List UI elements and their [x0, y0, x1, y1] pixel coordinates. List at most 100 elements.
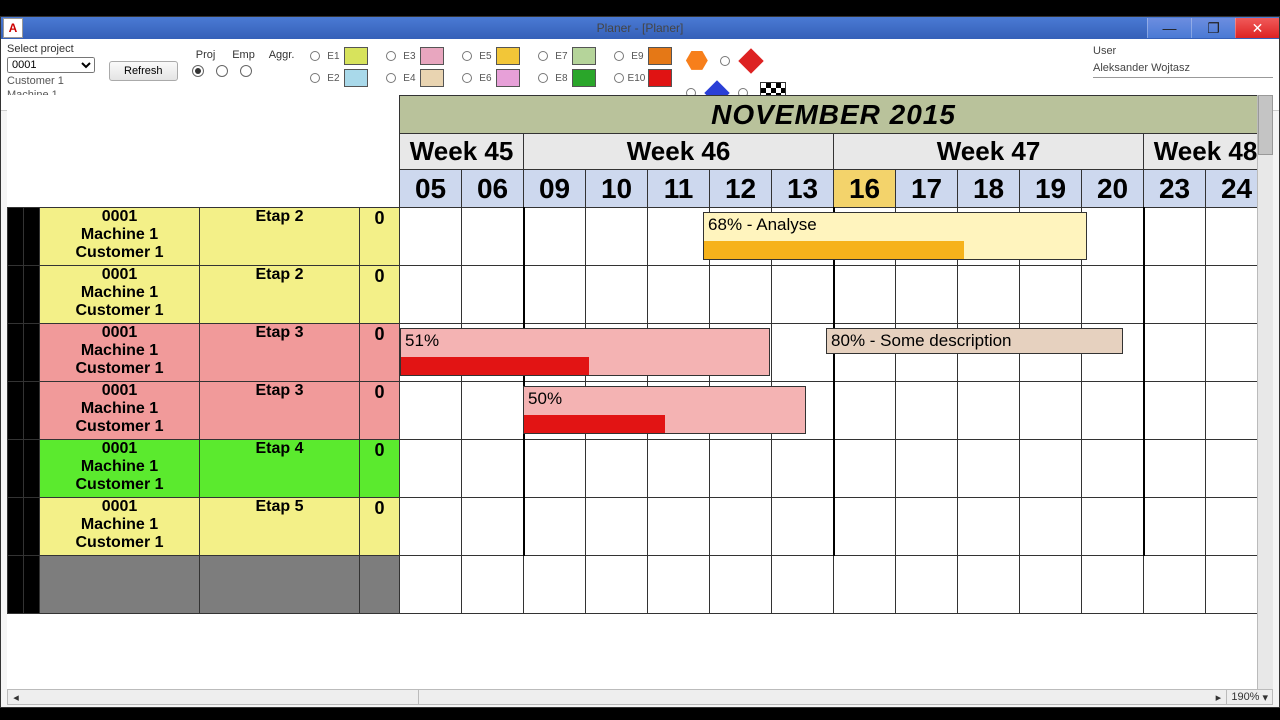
swatch-radio-E7[interactable]	[538, 51, 548, 61]
day-header-13[interactable]: 13	[772, 170, 834, 208]
day-header-05[interactable]: 05	[400, 170, 462, 208]
day-cell[interactable]	[834, 440, 896, 498]
vertical-scrollbar[interactable]	[1257, 95, 1273, 689]
day-cell[interactable]	[958, 266, 1020, 324]
day-cell[interactable]	[896, 440, 958, 498]
swatch-E3[interactable]	[420, 47, 444, 65]
day-cell[interactable]	[462, 208, 524, 266]
day-cell[interactable]	[896, 382, 958, 440]
row-handle[interactable]	[24, 208, 40, 266]
day-header-19[interactable]: 19	[1020, 170, 1082, 208]
day-cell[interactable]	[710, 266, 772, 324]
refresh-button[interactable]: Refresh	[109, 61, 178, 81]
task-bar[interactable]: 80% - Some description	[826, 328, 1123, 354]
day-header-12[interactable]: 12	[710, 170, 772, 208]
gantt-table[interactable]: NOVEMBER 2015Week 45Week 46Week 47Week 4…	[7, 95, 1268, 614]
scroll-left-button[interactable]: ◂	[8, 691, 24, 704]
radio-emp[interactable]	[216, 65, 228, 77]
swatch-E6[interactable]	[496, 69, 520, 87]
day-cell[interactable]	[772, 324, 834, 382]
day-cell[interactable]	[834, 266, 896, 324]
gantt-row[interactable]: 0001Machine 1Customer 1Etap 3051%80% - S…	[8, 324, 1268, 382]
day-cell[interactable]	[1144, 440, 1206, 498]
day-cell[interactable]	[958, 440, 1020, 498]
day-cell[interactable]	[648, 208, 710, 266]
day-cell[interactable]	[896, 498, 958, 556]
day-cell[interactable]	[586, 266, 648, 324]
gantt-row[interactable]: 0001Machine 1Customer 1Etap 40	[8, 440, 1268, 498]
gantt-row[interactable]: 0001Machine 1Customer 1Etap 50	[8, 498, 1268, 556]
day-cell[interactable]	[710, 440, 772, 498]
row-handle[interactable]	[8, 440, 24, 498]
scroll-right-button[interactable]: ▸	[1210, 691, 1226, 704]
day-cell[interactable]	[710, 498, 772, 556]
row-handle[interactable]	[24, 382, 40, 440]
zoom-indicator[interactable]: 190%▾	[1226, 690, 1272, 704]
day-cell[interactable]	[1082, 498, 1144, 556]
day-cell[interactable]	[462, 382, 524, 440]
row-handle[interactable]	[8, 266, 24, 324]
gantt-row[interactable]: 0001Machine 1Customer 1Etap 20	[8, 266, 1268, 324]
swatch-E9[interactable]	[648, 47, 672, 65]
swatch-radio-E3[interactable]	[386, 51, 396, 61]
day-cell[interactable]	[462, 440, 524, 498]
day-cell[interactable]	[1082, 382, 1144, 440]
day-cell[interactable]	[834, 498, 896, 556]
day-cell[interactable]	[524, 440, 586, 498]
day-header-18[interactable]: 18	[958, 170, 1020, 208]
row-handle[interactable]	[24, 498, 40, 556]
day-cell[interactable]	[1020, 498, 1082, 556]
day-cell[interactable]	[462, 498, 524, 556]
day-cell[interactable]	[462, 266, 524, 324]
day-header-06[interactable]: 06	[462, 170, 524, 208]
day-cell[interactable]	[400, 440, 462, 498]
day-cell[interactable]	[1082, 440, 1144, 498]
day-cell[interactable]	[772, 266, 834, 324]
day-cell[interactable]	[586, 498, 648, 556]
day-cell[interactable]	[958, 498, 1020, 556]
day-cell[interactable]	[524, 498, 586, 556]
day-cell[interactable]	[834, 382, 896, 440]
day-cell[interactable]	[1144, 324, 1206, 382]
day-header-10[interactable]: 10	[586, 170, 648, 208]
swatch-radio-E5[interactable]	[462, 51, 472, 61]
day-cell[interactable]	[1082, 266, 1144, 324]
swatch-radio-E10[interactable]	[614, 73, 624, 83]
day-cell[interactable]	[1144, 208, 1206, 266]
gantt-row[interactable]: 0001Machine 1Customer 1Etap 3050%	[8, 382, 1268, 440]
day-cell[interactable]	[586, 208, 648, 266]
swatch-radio-E8[interactable]	[538, 73, 548, 83]
day-cell[interactable]: 68% - Analyse	[400, 208, 462, 266]
day-cell[interactable]	[524, 266, 586, 324]
day-cell[interactable]	[896, 266, 958, 324]
radio-aggr[interactable]	[240, 65, 252, 77]
gantt-row[interactable]: 0001Machine 1Customer 1Etap 2068% - Anal…	[8, 208, 1268, 266]
swatch-E10[interactable]	[648, 69, 672, 87]
day-cell[interactable]	[1082, 208, 1144, 266]
day-header-09[interactable]: 09	[524, 170, 586, 208]
day-header-20[interactable]: 20	[1082, 170, 1144, 208]
day-cell[interactable]	[1020, 382, 1082, 440]
day-cell[interactable]	[400, 266, 462, 324]
row-handle[interactable]	[24, 266, 40, 324]
day-cell[interactable]	[1144, 266, 1206, 324]
swatch-radio-E2[interactable]	[310, 73, 320, 83]
day-header-16[interactable]: 16	[834, 170, 896, 208]
row-handle[interactable]	[8, 382, 24, 440]
row-handle[interactable]	[8, 498, 24, 556]
day-header-11[interactable]: 11	[648, 170, 710, 208]
day-header-17[interactable]: 17	[896, 170, 958, 208]
day-header-23[interactable]: 23	[1144, 170, 1206, 208]
day-cell[interactable]: 50%	[400, 382, 462, 440]
day-cell[interactable]	[648, 498, 710, 556]
day-cell[interactable]	[648, 440, 710, 498]
day-cell[interactable]	[400, 498, 462, 556]
task-bar[interactable]: 51%	[400, 328, 770, 376]
day-cell[interactable]	[1020, 440, 1082, 498]
swatch-radio-E9[interactable]	[614, 51, 624, 61]
swatch-E8[interactable]	[572, 69, 596, 87]
radio-proj[interactable]	[192, 65, 204, 77]
day-cell[interactable]	[772, 498, 834, 556]
day-cell[interactable]	[586, 440, 648, 498]
row-handle[interactable]	[24, 440, 40, 498]
